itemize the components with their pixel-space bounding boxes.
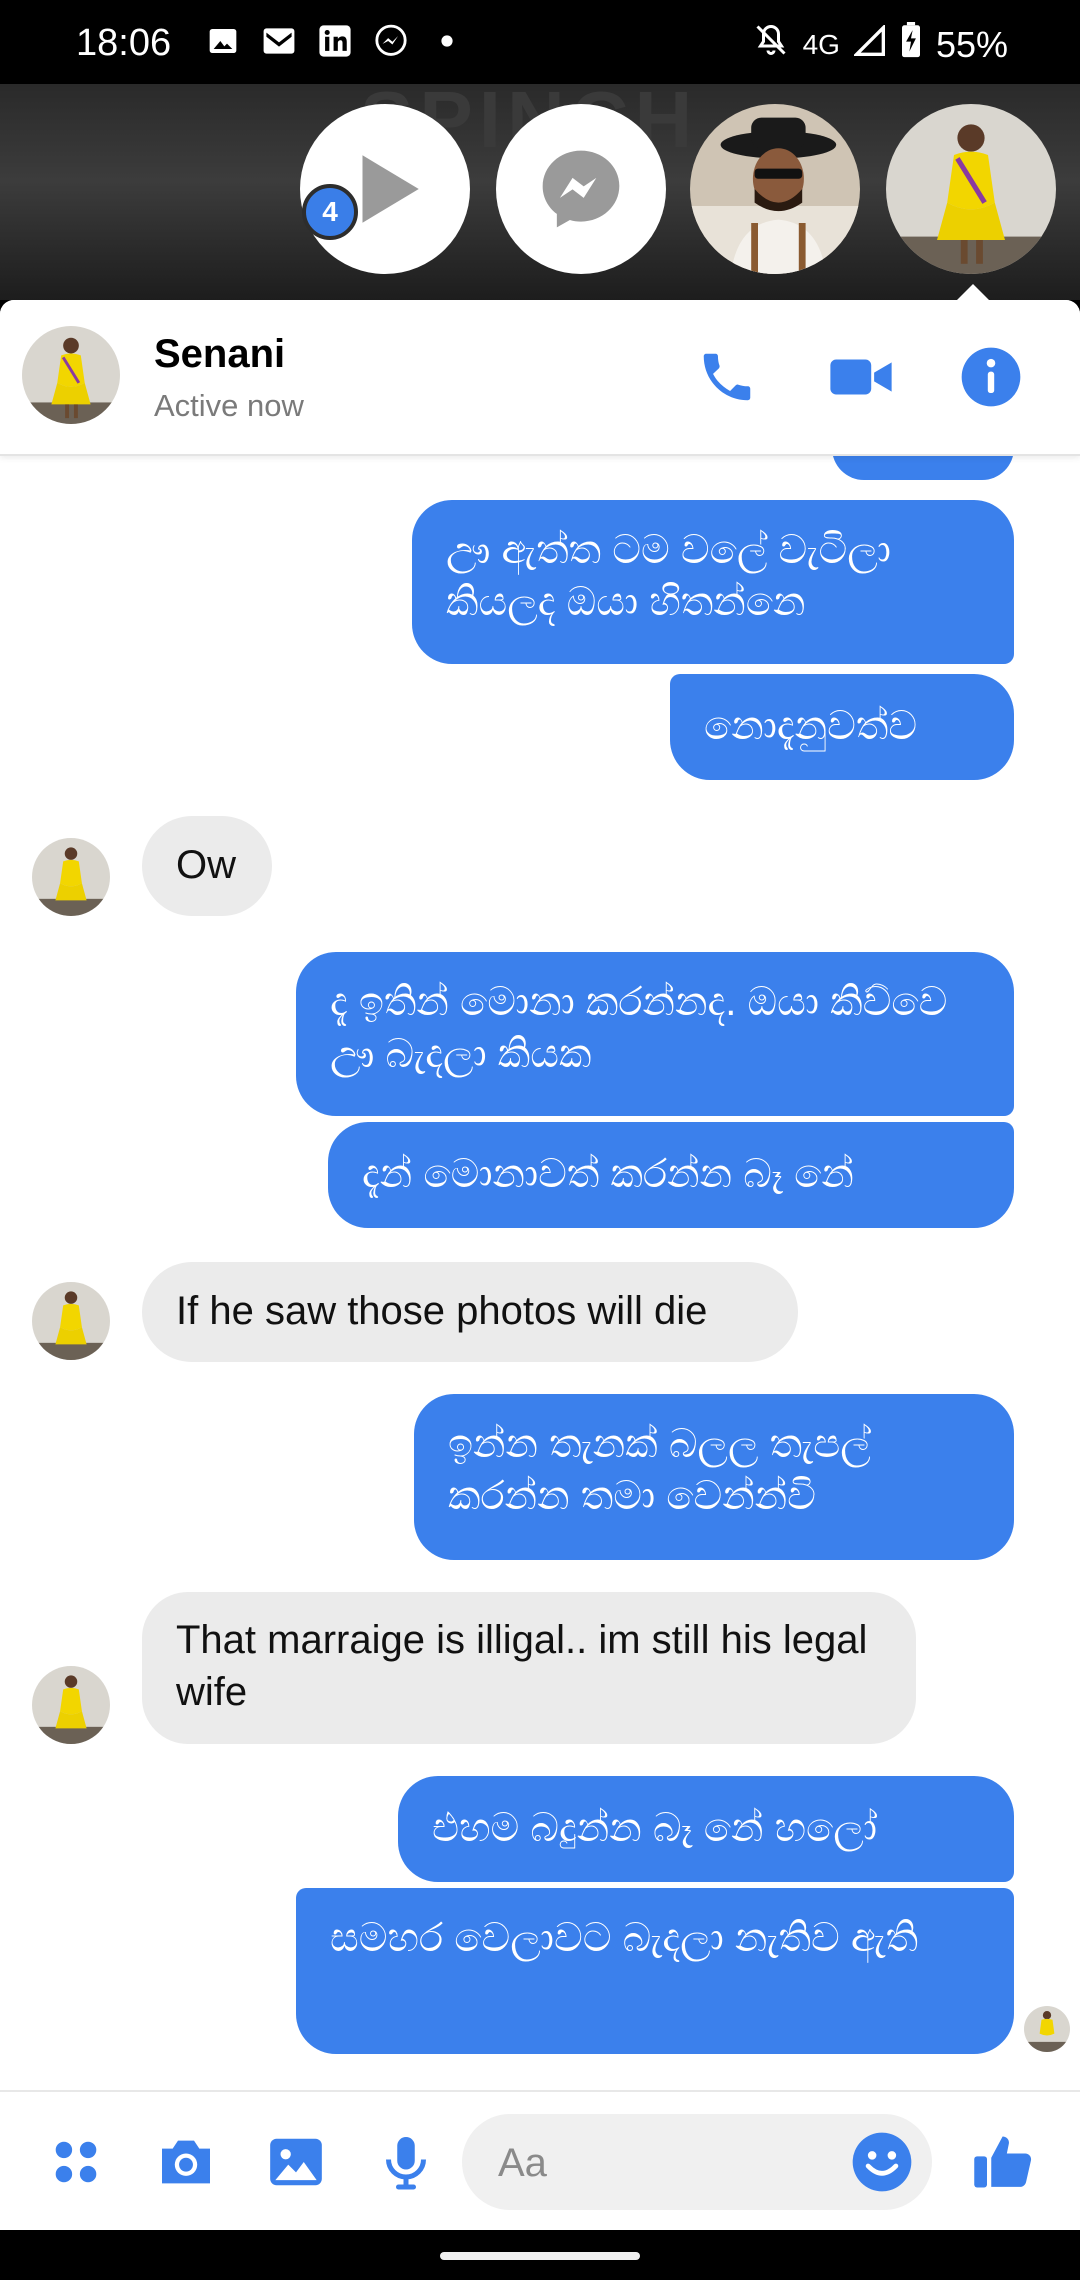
gmail-icon <box>262 24 296 58</box>
emoji-button[interactable] <box>850 2130 914 2194</box>
apps-button[interactable] <box>40 2126 112 2198</box>
contact-name[interactable]: Senani <box>154 332 285 377</box>
voice-record-button[interactable] <box>370 2126 442 2198</box>
message-bubble-received[interactable]: That marraige is illigal.. im still his … <box>142 1592 916 1744</box>
network-type: 4G <box>802 28 840 60</box>
phone-icon <box>703 353 751 401</box>
message-bubble-received[interactable]: If he saw those photos will die <box>142 1262 798 1362</box>
sender-avatar[interactable] <box>32 838 110 916</box>
apps-grid-icon <box>55 2141 97 2183</box>
man-avatar-image <box>690 104 860 274</box>
message-text: ඌ ඇත්ත ටම වලේ වැටිලා කියලද ඔයා හිතන්නෙ <box>446 528 891 624</box>
message-text: දැ ඉතින් මොනා කරන්නද. ඔයා කිව්වෙ ඌ බැදලා… <box>330 980 948 1076</box>
senani-avatar-image <box>32 1666 110 1744</box>
battery-percent: 55% <box>935 23 1008 65</box>
image-icon <box>206 24 240 58</box>
unread-badge: 4 <box>302 184 358 240</box>
battery-charging-icon <box>900 22 922 67</box>
video-call-button[interactable] <box>824 340 898 414</box>
thumbs-up-icon <box>974 2136 1032 2188</box>
contact-avatar-senani[interactable] <box>886 104 1056 274</box>
gallery-button[interactable] <box>260 2126 332 2198</box>
messenger-chat-head[interactable] <box>496 104 666 274</box>
message-text: Ow <box>176 843 236 887</box>
message-bubble-sent[interactable]: එහම බදුන්න බෑ නේ හලෝ <box>398 1776 1014 1882</box>
message-text: That marraige is illigal.. im still his … <box>176 1618 868 1714</box>
message-bubble-sent[interactable]: ඉන්න තැනක් බලල තැපල් කරන්න තමා වෙන්න්වි <box>414 1394 1014 1560</box>
read-receipt-avatar <box>1024 2006 1070 2052</box>
system-nav-bar <box>0 2230 1080 2280</box>
contact-avatar[interactable] <box>22 326 120 424</box>
message-input[interactable] <box>496 2114 830 2212</box>
messenger-icon <box>374 24 408 58</box>
message-text: If he saw those photos will die <box>176 1289 708 1333</box>
home-gesture-handle[interactable] <box>440 2252 640 2260</box>
gallery-icon <box>270 2138 322 2186</box>
message-bubble-clipped[interactable] <box>832 454 1014 480</box>
senani-avatar-image <box>32 1282 110 1360</box>
senani-avatar-image <box>22 326 120 424</box>
smiley-icon <box>852 2132 912 2192</box>
message-text: සමහර වෙලාවට බැදලා නැතිව ඇති <box>330 1916 919 1960</box>
message-text: එහම බදුන්න බෑ නේ හලෝ <box>432 1806 877 1850</box>
message-bubble-sent[interactable]: දැ ඉතින් මොනා කරන්නද. ඔයා කිව්වෙ ඌ බැදලා… <box>296 952 1014 1116</box>
call-button[interactable] <box>690 340 764 414</box>
senani-avatar-image <box>32 838 110 916</box>
status-time: 18:06 <box>76 22 172 64</box>
system-status: 4G 55% <box>753 22 1008 67</box>
active-status: Active now <box>154 388 304 423</box>
chat-heads-bar: SPINCH 4 <box>0 75 1080 300</box>
microphone-icon <box>386 2137 426 2190</box>
contact-avatar-man[interactable] <box>690 104 860 274</box>
message-bubble-sent[interactable]: ඌ ඇත්ත ටම වලේ වැටිලා කියලද ඔයා හිතන්නෙ <box>412 500 1014 664</box>
mute-icon <box>753 22 789 67</box>
senani-avatar-image <box>886 104 1056 274</box>
conversation-header: Senani Active now <box>0 300 1080 456</box>
dot-icon <box>430 24 464 58</box>
message-bubble-sent[interactable]: නොදැනුවත්ව <box>670 674 1014 780</box>
signal-icon <box>852 23 886 66</box>
message-text: ඉන්න තැනක් බලල තැපල් කරන්න තමා වෙන්න්වි <box>448 1422 871 1518</box>
like-send-button[interactable] <box>968 2126 1040 2198</box>
message-input-wrapper <box>462 2114 932 2212</box>
camera-icon <box>162 2140 210 2184</box>
message-text: නොදැනුවත්ව <box>704 704 918 748</box>
message-text: දැන් මොනාවත් කරන්න බෑ නේ <box>362 1152 854 1196</box>
linkedin-icon <box>318 24 352 58</box>
sender-avatar[interactable] <box>32 1666 110 1744</box>
sender-avatar[interactable] <box>32 1282 110 1360</box>
senani-avatar-image <box>1024 2006 1070 2052</box>
video-icon <box>830 359 892 395</box>
messenger-icon <box>542 150 620 228</box>
message-composer <box>0 2090 1080 2232</box>
status-bar: 18:06 4G 55% <box>0 0 1080 84</box>
message-list[interactable]: ඌ ඇත්ත ටම වලේ වැටිලා කියලද ඔයා හිතන්නෙ න… <box>0 454 1080 2090</box>
conversation-panel: Senani Active now ඌ ඇත්ත ටම වලේ වැටිලා ක… <box>0 300 1080 2280</box>
message-bubble-sent[interactable]: සමහර වෙලාවට බැදලා නැතිව ඇති <box>296 1888 1014 2054</box>
info-icon <box>961 347 1021 407</box>
camera-button[interactable] <box>150 2126 222 2198</box>
info-button[interactable] <box>954 340 1028 414</box>
notification-icons <box>206 24 464 58</box>
message-bubble-received[interactable]: Ow <box>142 816 272 916</box>
message-bubble-sent[interactable]: දැන් මොනාවත් කරන්න බෑ නේ <box>328 1122 1014 1228</box>
